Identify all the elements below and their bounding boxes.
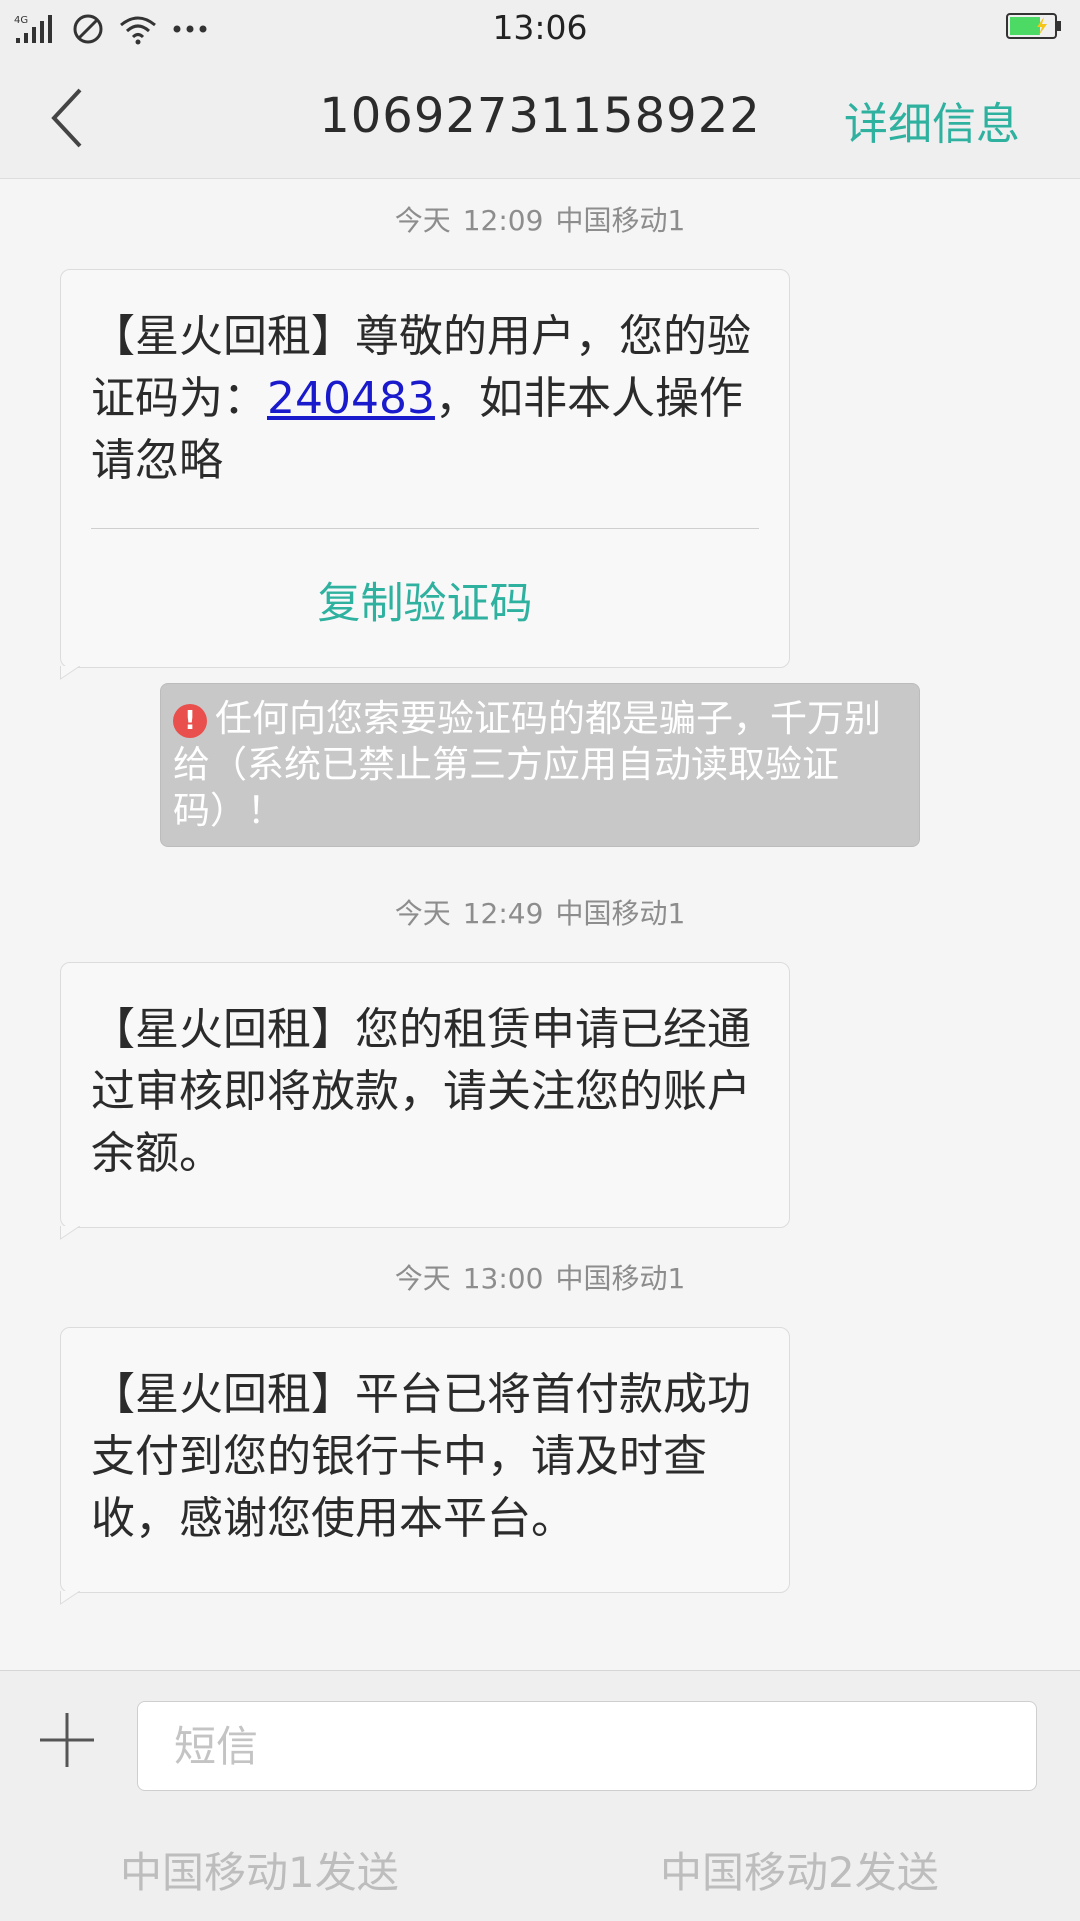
timestamp-day: 今天 [394,204,451,237]
bubble-tail [60,666,81,680]
timestamp-sim: 中国移动1 [555,1262,686,1295]
message-bubble-verification[interactable]: 【星火回租】尊敬的用户，您的验证码为：240483，如非本人操作请忽略 复制验证… [60,269,790,680]
timestamp-time: 12:49 [462,897,544,930]
message-bubble[interactable]: 【星火回租】平台已将首付款成功支付到您的银行卡中，请及时查收，感谢您使用本平台。 [60,1327,790,1605]
status-bar: 4G 13:06 [0,0,1080,58]
timestamp-time: 13:00 [462,1262,544,1295]
timestamp-day: 今天 [394,1262,451,1295]
plus-icon[interactable] [38,1711,96,1769]
timestamp-time: 12:09 [462,204,544,237]
send-sim1-button[interactable]: 中国移动1发送 [120,1839,399,1900]
verification-code-link[interactable]: 240483 [267,373,435,424]
compose-bar: 中国移动1发送 中国移动2发送 [0,1670,1080,1921]
security-warning: ! 任何向您索要验证码的都是骗子，千万别给（系统已禁止第三方应用自动读取验证码）！ [160,683,920,847]
message-bubble[interactable]: 【星火回租】您的租赁申请已经通过审核即将放款，请关注您的账户余额。 [60,962,790,1240]
conversation-header: 10692731158922 详细信息 [0,58,1080,179]
message-text: 【星火回租】尊敬的用户，您的验证码为：240483，如非本人操作请忽略 [61,270,789,520]
timestamp-sim: 中国移动1 [555,204,686,237]
details-button[interactable]: 详细信息 [844,88,1020,152]
warning-icon: ! [173,704,207,738]
warning-text: 任何向您索要验证码的都是骗子，千万别给（系统已禁止第三方应用自动读取验证码）！ [173,697,881,832]
message-timestamp: 今天 13:00 中国移动1 [0,1257,1080,1297]
bubble-tail [60,1591,81,1605]
status-time: 13:06 [492,8,588,47]
send-sim2-button[interactable]: 中国移动2发送 [660,1839,939,1900]
copy-code-button[interactable]: 复制验证码 [61,529,789,667]
message-timestamp: 今天 12:49 中国移动1 [0,892,1080,932]
message-timestamp: 今天 12:09 中国移动1 [0,199,1080,239]
timestamp-sim: 中国移动1 [555,897,686,930]
bubble-tail [60,1226,81,1240]
message-text: 【星火回租】平台已将首付款成功支付到您的银行卡中，请及时查收，感谢您使用本平台。 [91,1369,751,1544]
sms-input[interactable] [137,1701,1037,1791]
timestamp-day: 今天 [394,897,451,930]
message-text: 【星火回租】您的租赁申请已经通过审核即将放款，请关注您的账户余额。 [91,1004,751,1179]
battery-charging-icon [1006,13,1061,39]
